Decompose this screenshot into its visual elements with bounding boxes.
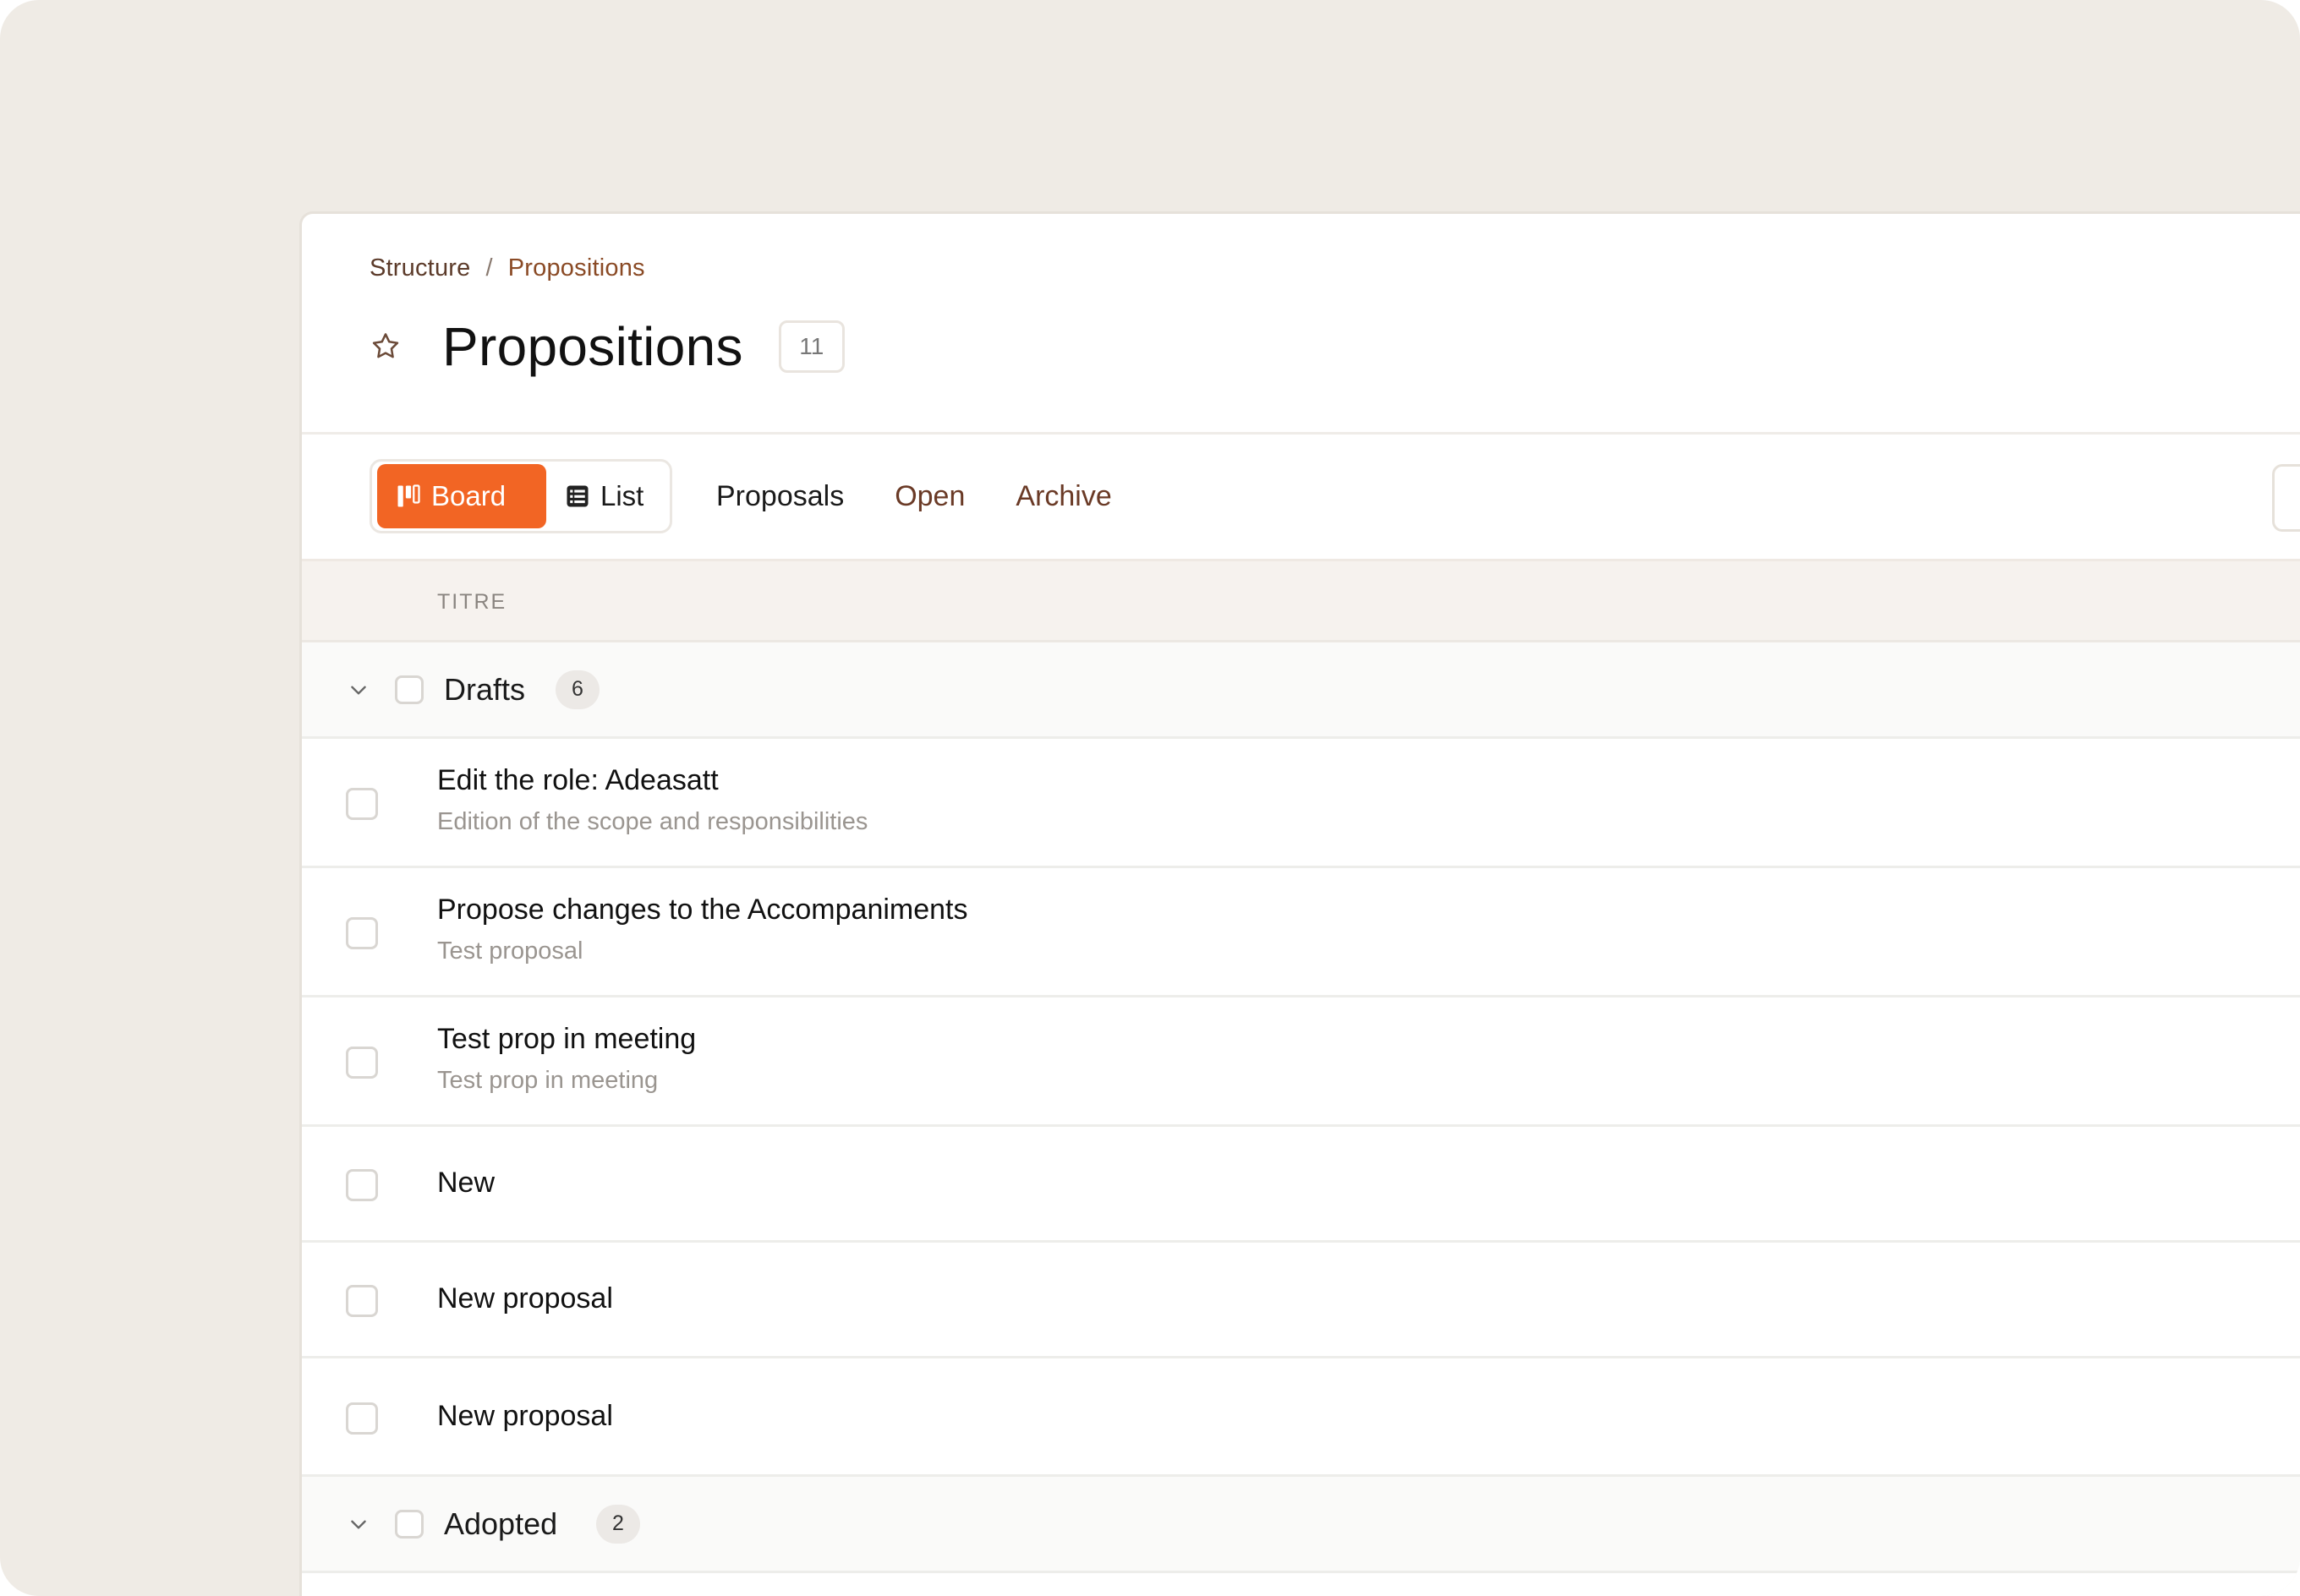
row-checkbox[interactable] (346, 1047, 378, 1079)
title-row: Propositions 11 (370, 315, 845, 378)
breadcrumb-root[interactable]: Structure (370, 254, 470, 282)
view-switch: Board List (370, 459, 672, 533)
row-checkbox[interactable] (346, 1402, 378, 1435)
star-icon[interactable] (370, 331, 402, 363)
page-title: Propositions (442, 316, 743, 377)
breadcrumb-separator: / (485, 254, 493, 281)
table-row[interactable]: Test prop in meeting Test prop in meetin… (302, 998, 2300, 1127)
row-title: New (437, 1167, 496, 1199)
table-row[interactable]: New (302, 1127, 2300, 1243)
row-checkbox[interactable] (346, 1285, 378, 1317)
table-header: TITRE (302, 561, 2300, 642)
app-background: Structure / Propositions Propositions 11… (0, 0, 2300, 1596)
tab-bar: Proposals Open Archive (691, 459, 1137, 564)
row-title: Propose changes to the Accompaniments (437, 894, 968, 926)
group-row-drafts[interactable]: Drafts 6 (302, 642, 2300, 739)
toolbar-action-button[interactable] (2272, 464, 2300, 532)
table-row[interactable]: Edit the role: Adeasatt Edition of the s… (302, 739, 2300, 868)
table-row[interactable]: New proposal (302, 1243, 2300, 1358)
breadcrumb-current[interactable]: Propositions (508, 254, 645, 282)
row-subtitle: Edition of the scope and responsibilitie… (437, 808, 868, 835)
board-view-label: Board (431, 480, 507, 511)
group-count-badge: 2 (596, 1504, 640, 1544)
group-count-badge: 6 (556, 670, 600, 709)
table-row[interactable]: New proposal (302, 1358, 2300, 1477)
table-row[interactable]: Propose changes to the Accompaniments Te… (302, 868, 2300, 998)
tab-open[interactable]: Open (869, 459, 990, 533)
list-icon (567, 485, 589, 507)
board-view-button[interactable]: Board (377, 464, 546, 528)
row-checkbox[interactable] (346, 1169, 378, 1201)
tab-archive[interactable]: Archive (990, 459, 1136, 533)
group-label: Drafts (444, 671, 526, 707)
chevron-down-icon[interactable] (348, 679, 370, 701)
row-title: New proposal (437, 1282, 613, 1315)
group-row-adopted[interactable]: Adopted 2 (302, 1477, 2300, 1573)
row-title: Edit the role: Adeasatt (437, 764, 719, 796)
row-title: Test prop in meeting (437, 1023, 697, 1055)
chevron-down-icon[interactable] (348, 1513, 370, 1535)
count-badge: 11 (778, 320, 845, 373)
row-checkbox[interactable] (346, 788, 378, 820)
list-view-label: List (600, 480, 644, 511)
row-checkbox[interactable] (346, 917, 378, 949)
row-subtitle: Test prop in meeting (437, 1067, 659, 1094)
breadcrumb: Structure / Propositions (370, 254, 645, 282)
list-view-button[interactable]: List (546, 464, 662, 528)
row-title: New proposal (437, 1400, 613, 1432)
tab-proposals[interactable]: Proposals (691, 459, 870, 564)
header-divider (302, 432, 2300, 435)
main-panel: Structure / Propositions Propositions 11… (299, 211, 2300, 1596)
group-checkbox[interactable] (395, 675, 424, 704)
group-checkbox[interactable] (395, 1509, 424, 1539)
kanban-icon (397, 484, 420, 507)
row-subtitle: Test proposal (437, 937, 583, 965)
group-label: Adopted (444, 1506, 558, 1541)
column-title-header[interactable]: TITRE (437, 590, 507, 615)
